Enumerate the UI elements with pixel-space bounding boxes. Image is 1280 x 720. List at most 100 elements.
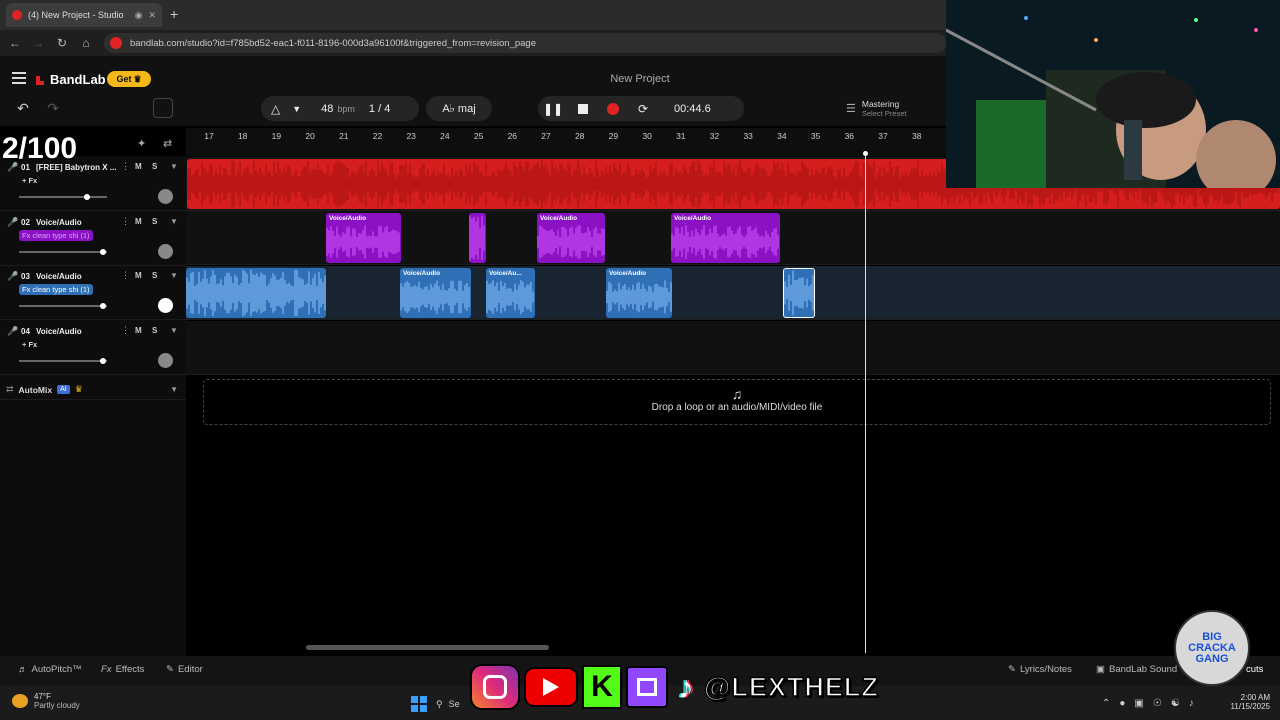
track-menu-icon[interactable]: ⋮ <box>121 161 130 172</box>
track-name[interactable]: Voice/Audio <box>36 272 82 281</box>
sounds-icon: ▣ <box>1096 664 1105 675</box>
pause-button[interactable]: ❚❚ <box>538 102 568 116</box>
tray-icons[interactable]: ⌃●▣☉☯♪ <box>1102 698 1203 709</box>
chevron-down-icon[interactable]: ▼ <box>170 162 178 171</box>
new-tab-button[interactable]: + <box>170 6 178 22</box>
volume-slider[interactable] <box>19 360 107 363</box>
shortcuts-button[interactable]: cuts <box>1246 664 1263 675</box>
effects-button[interactable]: Fx Effects <box>101 664 144 675</box>
menu-icon[interactable] <box>12 72 26 84</box>
volume-slider-thumb[interactable] <box>100 358 106 365</box>
audio-clip[interactable]: Voice/Audio <box>671 213 780 263</box>
selected-audio-clip[interactable] <box>783 268 815 318</box>
audio-clip[interactable] <box>186 268 326 318</box>
redo-icon[interactable]: ↷ <box>40 97 66 119</box>
audio-clip[interactable]: Voice/Audio <box>326 213 401 263</box>
audio-clip[interactable] <box>469 213 486 263</box>
bandlab-logo[interactable]: BandLab <box>34 72 106 87</box>
solo-button[interactable]: S <box>152 162 157 171</box>
track-settings-icon[interactable]: ⇄ <box>163 137 172 150</box>
back-icon[interactable]: ← <box>6 34 24 52</box>
volume-slider-thumb[interactable] <box>100 303 106 310</box>
track-header-3[interactable]: 🎤 03 Voice/Audio ⋮ M S ▼ Fx clean type shi (1) <box>0 266 186 321</box>
metronome-icon[interactable]: △ <box>271 102 280 116</box>
bandlab-sounds-button[interactable]: ▣ BandLab Sound <box>1096 664 1177 675</box>
chevron-down-icon[interactable]: ▼ <box>292 104 301 114</box>
key-selector[interactable]: A♭ maj <box>426 96 492 121</box>
audio-clip[interactable]: Voice/Audio <box>400 268 471 318</box>
mastering-button[interactable]: ☰ Mastering Select Preset <box>846 96 946 121</box>
clock[interactable]: 2:00 AM 11/15/2025 <box>1222 693 1270 711</box>
clip-label: Voice/Au... <box>489 270 522 277</box>
track-fx-badge[interactable]: + Fx <box>19 175 40 186</box>
mute-button[interactable]: M <box>135 162 142 171</box>
pan-knob[interactable] <box>158 189 173 204</box>
loop-icon[interactable]: ⟳ <box>628 102 658 116</box>
forward-icon[interactable]: → <box>29 34 47 52</box>
lyrics-notes-button[interactable]: ✎ Lyrics/Notes <box>1008 664 1072 675</box>
volume-slider[interactable] <box>19 196 107 198</box>
mute-button[interactable]: M <box>135 217 142 226</box>
bpm-value[interactable]: 48 <box>321 103 333 115</box>
tab-audio-icon[interactable]: ◉ <box>135 10 143 21</box>
save-icon[interactable] <box>153 98 173 118</box>
browser-tab[interactable]: (4) New Project - Studio ◉ ✕ <box>6 3 162 27</box>
mic-permission-icon[interactable] <box>110 37 122 49</box>
ruler-bar-number: 28 <box>574 131 585 141</box>
get-membership-button[interactable]: Get ♛ <box>107 71 151 87</box>
track-fx-badge[interactable]: + Fx <box>19 339 40 350</box>
track-menu-icon[interactable]: ⋮ <box>121 216 130 227</box>
home-icon[interactable]: ⌂ <box>77 34 95 52</box>
volume-slider[interactable] <box>19 305 107 308</box>
solo-button[interactable]: S <box>152 217 157 226</box>
tiktok-icon: ♪ <box>678 668 694 705</box>
audio-clip[interactable]: Voice/Au... <box>486 268 535 318</box>
chevron-down-icon[interactable]: ▼ <box>170 385 178 394</box>
solo-button[interactable]: S <box>152 271 157 280</box>
pan-knob[interactable] <box>158 243 173 259</box>
record-button[interactable] <box>598 102 628 115</box>
chevron-down-icon[interactable]: ▼ <box>170 326 178 335</box>
undo-icon[interactable]: ↶ <box>10 97 36 119</box>
weather-widget[interactable]: 47°F Partly cloudy <box>12 692 80 710</box>
track-header-2[interactable]: 🎤 02 Voice/Audio ⋮ M S ▼ Fx clean type shi (1) <box>0 212 186 266</box>
volume-slider-thumb[interactable] <box>100 248 106 255</box>
editor-button[interactable]: ✎ Editor <box>166 664 203 675</box>
pan-knob[interactable] <box>158 298 173 314</box>
time-signature[interactable]: 1 / 4 <box>369 103 390 115</box>
lane-3[interactable] <box>186 266 1280 320</box>
volume-slider[interactable] <box>19 250 107 253</box>
solo-button[interactable]: S <box>152 326 157 335</box>
chevron-down-icon[interactable]: ▼ <box>170 271 178 280</box>
reload-icon[interactable]: ↻ <box>53 34 71 52</box>
stop-button[interactable] <box>568 103 598 114</box>
metronome-control[interactable]: △ ▼ 48 bpm 1 / 4 <box>261 96 419 121</box>
project-title[interactable]: New Project <box>560 73 720 85</box>
track-menu-icon[interactable]: ⋮ <box>121 270 130 281</box>
playhead[interactable] <box>865 153 866 653</box>
chevron-down-icon[interactable]: ▼ <box>170 217 178 226</box>
audio-clip[interactable]: Voice/Audio <box>537 213 605 263</box>
playhead-handle[interactable] <box>863 151 868 156</box>
drop-zone[interactable]: ♫ Drop a loop or an audio/MIDI/video fil… <box>203 379 1271 425</box>
track-tools-icon[interactable]: ✦ <box>137 137 146 150</box>
mute-button[interactable]: M <box>135 271 142 280</box>
audio-clip[interactable]: Voice/Audio <box>606 268 672 318</box>
lane-4[interactable] <box>186 321 1280 375</box>
track-number: 03 <box>21 272 30 282</box>
horizontal-scrollbar[interactable] <box>306 645 549 650</box>
tab-close-icon[interactable]: ✕ <box>148 10 156 21</box>
volume-slider-thumb[interactable] <box>84 194 90 200</box>
track-fx-badge[interactable]: Fx clean type shi (1) <box>19 229 93 241</box>
track-name[interactable]: Voice/Audio <box>36 327 82 336</box>
windows-start-icon[interactable] <box>411 696 427 712</box>
track-fx-badge[interactable]: Fx clean type shi (1) <box>19 284 93 296</box>
track-header-4[interactable]: 🎤 04 Voice/Audio ⋮ M S ▼ + Fx <box>0 321 186 376</box>
url-bar[interactable]: bandlab.com/studio?id=f785bd52-eac1-f011… <box>104 33 946 53</box>
automix-row[interactable]: ⇄ AutoMix AI ♛ ▼ <box>0 380 186 400</box>
autopitch-button[interactable]: ♬ AutoPitch™ <box>18 664 82 675</box>
pan-knob[interactable] <box>158 353 173 369</box>
track-name[interactable]: Voice/Audio <box>36 218 82 227</box>
track-menu-icon[interactable]: ⋮ <box>121 325 130 336</box>
mute-button[interactable]: M <box>135 326 142 335</box>
